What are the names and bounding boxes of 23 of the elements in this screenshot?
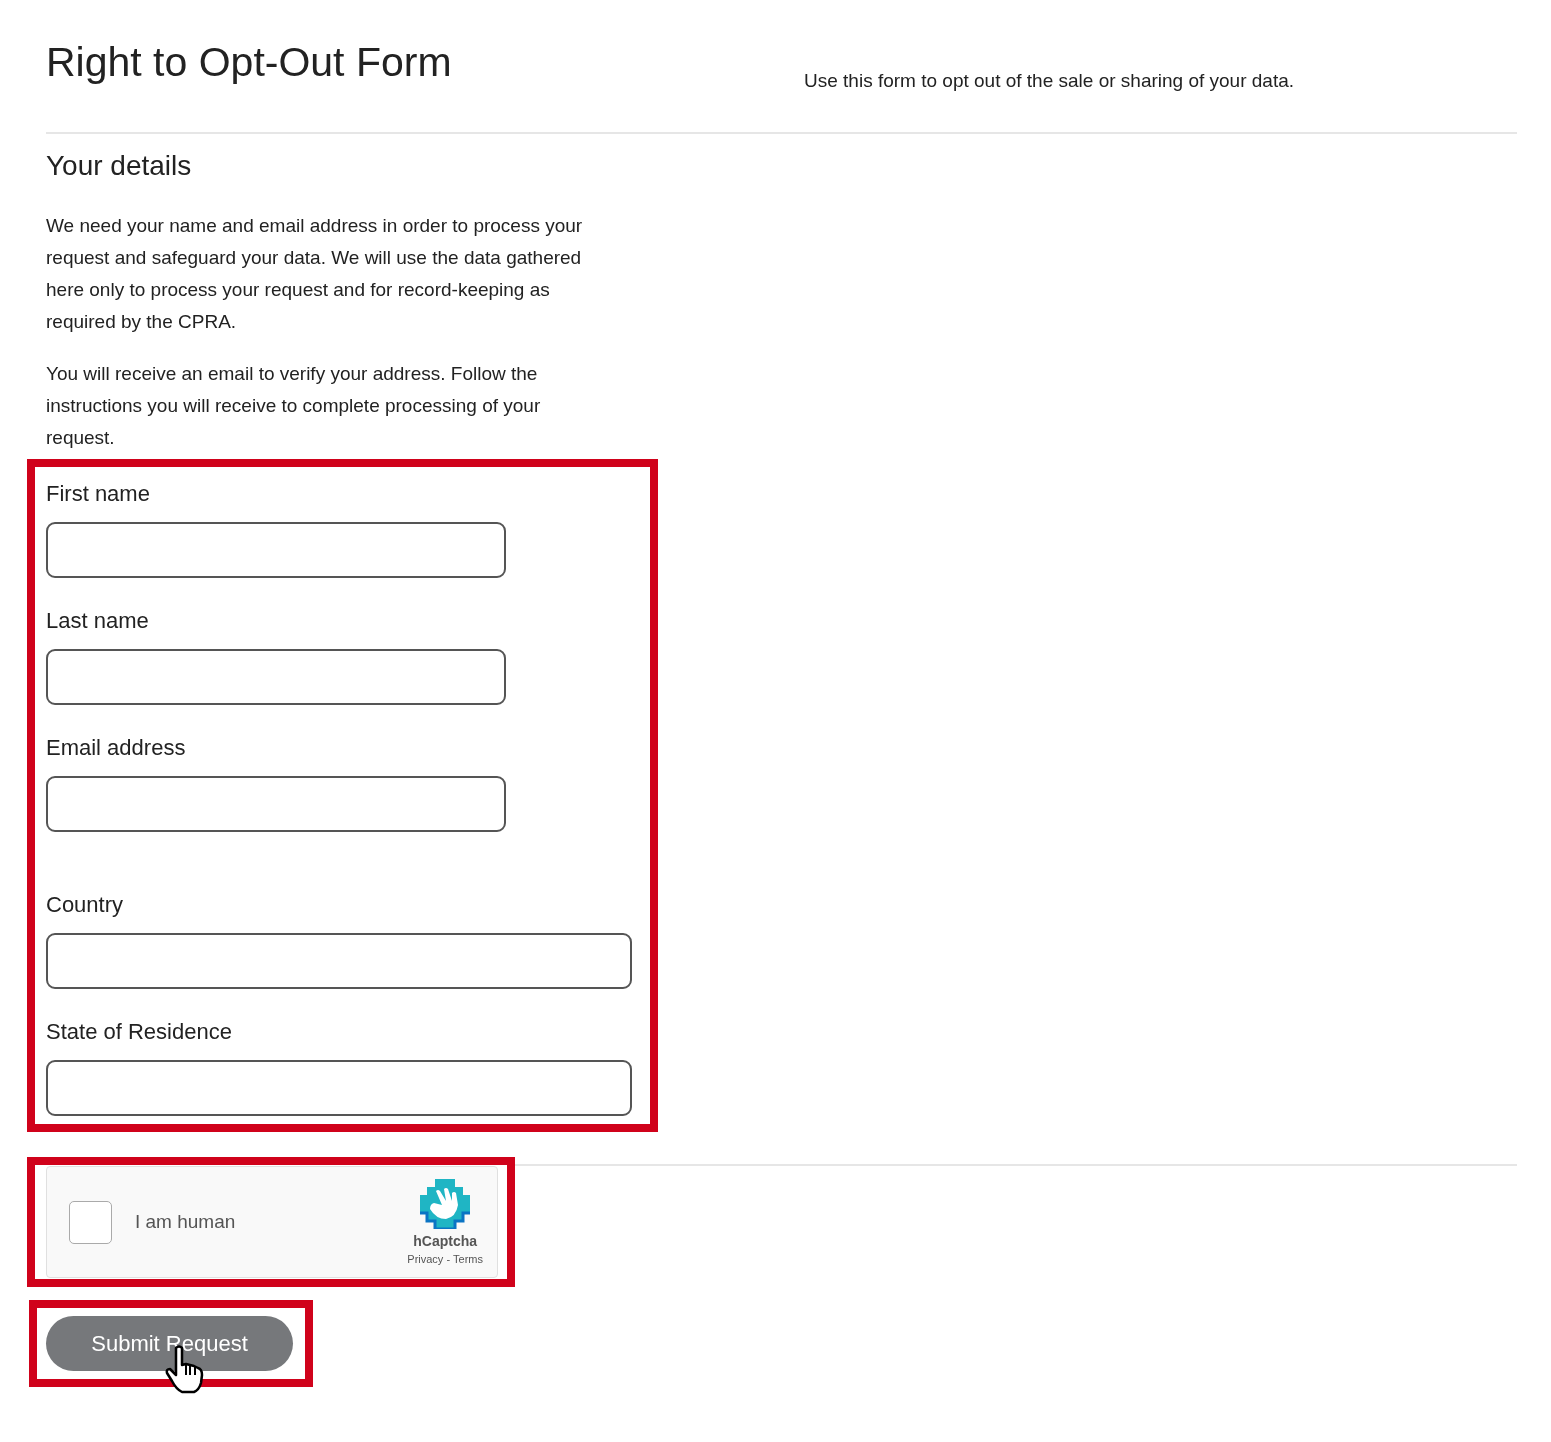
form-description: Use this form to opt out of the sale or sharing of your data. <box>804 70 1295 92</box>
field-label: Last name <box>46 608 150 634</box>
page-title: Right to Opt-Out Form <box>46 38 453 87</box>
separator-text: - <box>446 1253 451 1265</box>
hand-logo-icon <box>420 1179 471 1229</box>
field-label: First name <box>46 481 151 507</box>
input-field[interactable] <box>46 522 506 578</box>
paragraph: You will receive an email to verify your address. Follow the instructions you will receive to complete processing of your request. <box>46 362 542 450</box>
section-heading: Your details <box>46 150 193 182</box>
captcha-label: I am human <box>135 1211 237 1233</box>
captcha-checkbox[interactable] <box>69 1200 112 1244</box>
field-label: Country <box>46 892 125 918</box>
footer-link[interactable]: Terms <box>453 1253 483 1265</box>
field-label: Email address <box>46 735 187 761</box>
submit-button[interactable]: Submit Request <box>46 1316 293 1371</box>
paragraph: We need your name and email address in order to process your request and safeguard your data. We will use the data gathered here only to process your request and for record-keeping as required by the CPRA. <box>46 214 584 334</box>
input-field[interactable] <box>46 776 506 832</box>
footer-link[interactable]: Privacy <box>407 1253 444 1265</box>
input-field[interactable] <box>46 1060 632 1116</box>
field-label: State of Residence <box>46 1019 233 1045</box>
captcha-brand: hCaptcha <box>413 1233 478 1249</box>
input-field[interactable] <box>46 933 632 989</box>
input-field[interactable] <box>46 649 506 705</box>
